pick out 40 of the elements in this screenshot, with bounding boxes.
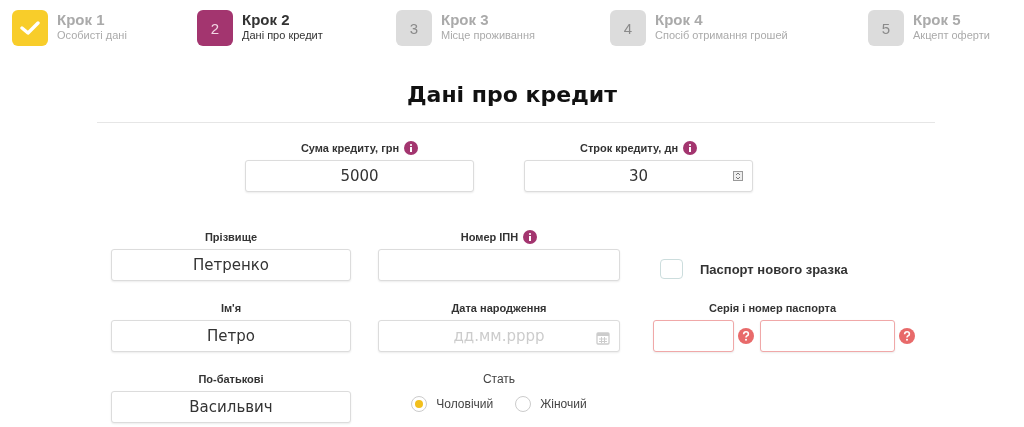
step-subtitle: Спосіб отримання грошей xyxy=(655,28,788,42)
step-title: Крок 4 xyxy=(655,11,704,28)
calendar-icon xyxy=(596,331,610,345)
radio-option[interactable]: Чоловічий xyxy=(411,396,494,412)
input-field[interactable]: 30 xyxy=(524,160,753,192)
input-field[interactable]: 5000 xyxy=(245,160,474,192)
page-title: Дані про кредит xyxy=(405,81,619,109)
input-field[interactable]: Петренко xyxy=(111,249,351,281)
step-subtitle: Місце проживання xyxy=(441,28,535,42)
step-badge: 5 xyxy=(868,10,904,46)
field-label: Прізвище xyxy=(204,231,258,243)
step-title: Крок 2 xyxy=(242,11,291,28)
input-field[interactable]: Васильвич xyxy=(111,391,351,423)
checkbox-option[interactable]: Паспорт нового зразка xyxy=(653,259,1024,279)
field-label: Строк кредиту, дн xyxy=(579,142,679,154)
field-label: По-батькові xyxy=(198,373,264,385)
field-label: Сума кредиту, грн xyxy=(300,142,400,154)
radio-option[interactable]: Жіночий xyxy=(515,396,587,412)
input-field[interactable] xyxy=(653,320,734,352)
step-title: Крок 1 xyxy=(57,11,106,28)
gender-label: Стать xyxy=(481,371,517,387)
field-label: Номер ІПН xyxy=(460,231,519,243)
input-field[interactable]: Петро xyxy=(111,320,351,352)
question-icon xyxy=(738,328,754,344)
step-title: Крок 3 xyxy=(441,11,490,28)
step-badge: 2 xyxy=(197,10,233,46)
field-label: Ім'я xyxy=(220,302,242,314)
check-icon xyxy=(20,20,40,36)
step-subtitle: Дані про кредит xyxy=(242,28,323,42)
spinner-icon xyxy=(733,171,743,181)
input-field[interactable] xyxy=(760,320,895,352)
step-badge: 3 xyxy=(396,10,432,46)
step-title: Крок 5 xyxy=(913,11,962,28)
step-badge: 4 xyxy=(610,10,646,46)
field-label: Дата народження xyxy=(451,302,547,314)
input-field[interactable] xyxy=(378,249,620,281)
field-label: Серія і номер паспорта xyxy=(709,302,836,314)
question-icon xyxy=(899,328,915,344)
step-subtitle: Акцепт оферти xyxy=(913,28,990,42)
step-subtitle: Особисті дані xyxy=(57,28,127,42)
